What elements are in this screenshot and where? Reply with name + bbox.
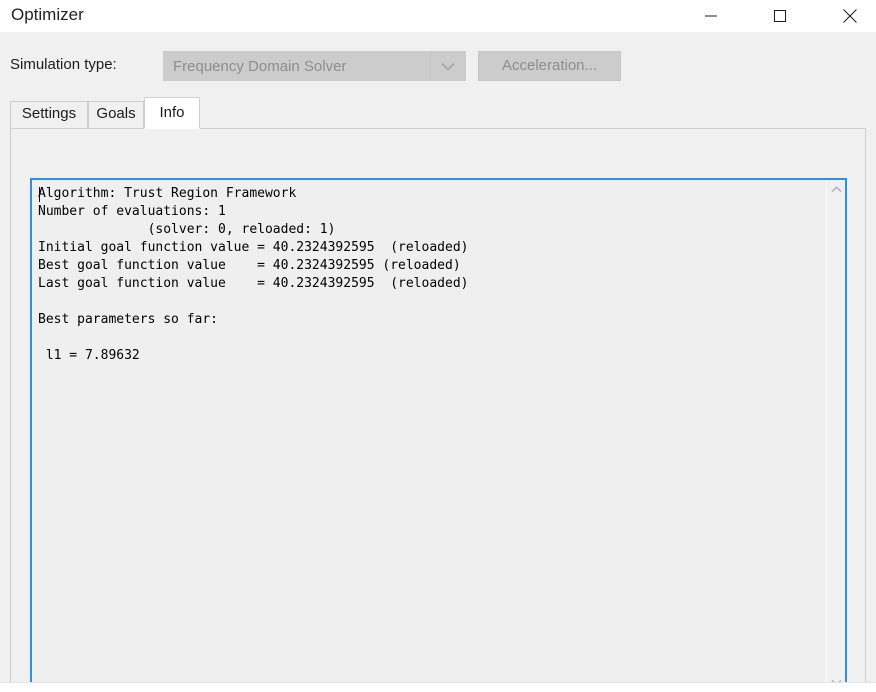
optimizer-window: Optimizer Simulation type: Frequency Dom… xyxy=(0,0,876,692)
title-bar: Optimizer xyxy=(0,0,876,32)
dialog-client-area: Simulation type: Frequency Domain Solver… xyxy=(0,32,876,692)
tab-settings[interactable]: Settings xyxy=(10,101,88,128)
maximize-button[interactable] xyxy=(757,0,803,31)
scrollbar-track[interactable] xyxy=(827,198,845,673)
chevron-down-icon xyxy=(431,52,465,80)
close-icon xyxy=(843,8,857,23)
acceleration-button[interactable]: Acceleration... xyxy=(478,51,621,81)
tab-goals[interactable]: Goals xyxy=(88,101,144,128)
info-textarea[interactable]: Algorithm: Trust Region Framework Number… xyxy=(30,178,847,692)
simulation-type-label: Simulation type: xyxy=(10,56,117,73)
info-scrollbar[interactable] xyxy=(826,180,845,691)
minimize-button[interactable] xyxy=(688,0,734,31)
simulation-type-dropdown[interactable]: Frequency Domain Solver xyxy=(163,51,466,81)
scrollbar-up-arrow[interactable] xyxy=(827,180,845,198)
window-bottom-edge xyxy=(0,682,876,692)
tab-panel-info: Algorithm: Trust Region Framework Number… xyxy=(10,128,866,692)
maximize-icon xyxy=(774,9,786,22)
info-log-text: Algorithm: Trust Region Framework Number… xyxy=(38,186,469,363)
window-title: Optimizer xyxy=(11,5,84,24)
minimize-icon xyxy=(705,10,717,22)
close-button[interactable] xyxy=(827,0,873,31)
tab-strip: Settings Goals Info xyxy=(10,97,866,129)
simulation-type-value: Frequency Domain Solver xyxy=(173,58,347,75)
tab-info[interactable]: Info xyxy=(144,97,200,129)
chevron-up-icon xyxy=(830,180,842,198)
